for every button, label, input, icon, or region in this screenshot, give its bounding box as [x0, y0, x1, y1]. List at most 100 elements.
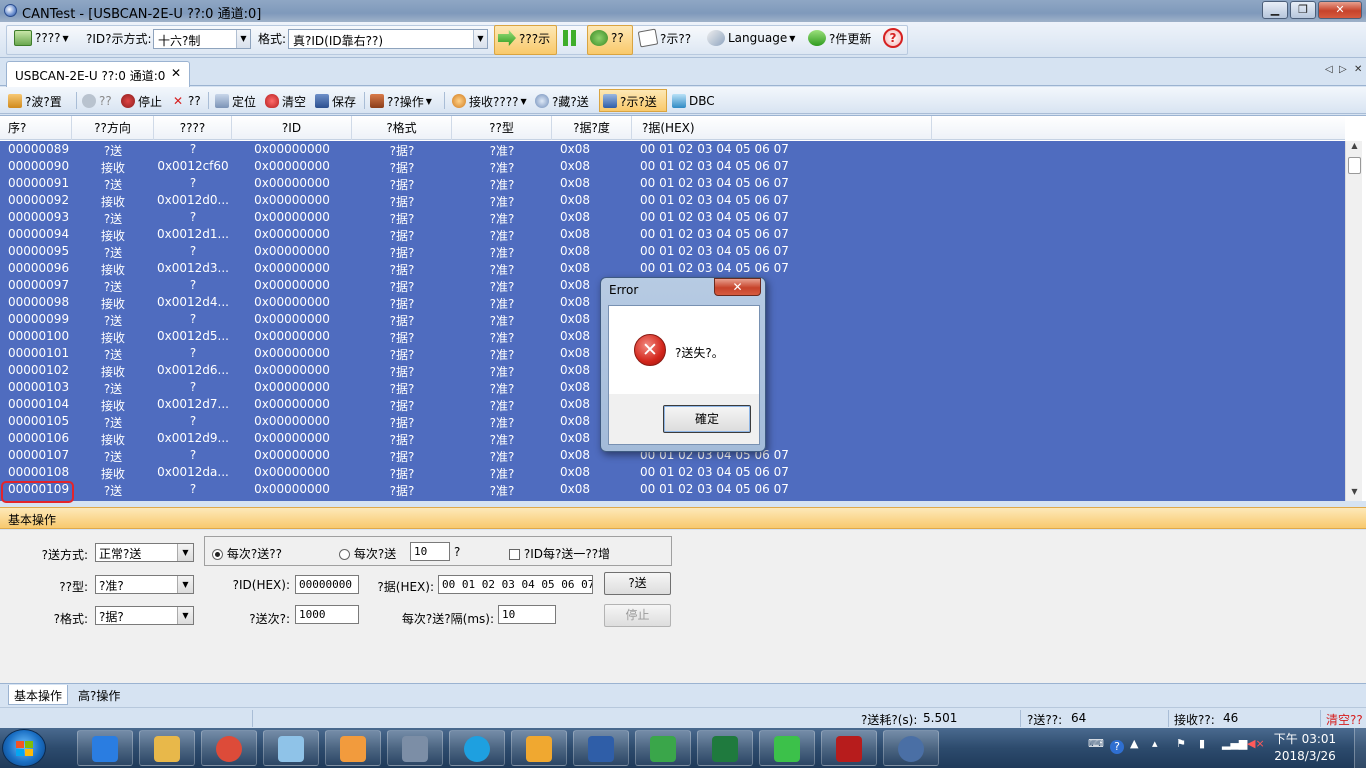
- acrobat-taskbar-button[interactable]: [821, 730, 877, 766]
- table-row[interactable]: 00000090 接收 0x0012cf60 0x00000000 ?据? ?准? 0x08…: [0, 158, 1345, 175]
- tab-scroll-right-icon[interactable]: ▷: [1339, 64, 1347, 75]
- device-ops-button[interactable]: ??操作 ▼: [370, 91, 432, 111]
- table-row[interactable]: 00000092 接收 0x0012d0... 0x00000000 ?据? ?准? 0x0…: [0, 192, 1345, 209]
- frame-format-select[interactable]: ?据? ▼: [95, 606, 194, 625]
- column-header-frame-format[interactable]: ?格式: [352, 116, 452, 140]
- file-explorer-taskbar-button[interactable]: [139, 730, 195, 766]
- power-icon[interactable]: ▮: [1199, 737, 1205, 750]
- arrow-up-icon[interactable]: ▲: [1130, 737, 1138, 750]
- firmware-update-button[interactable]: ?件更新: [808, 28, 871, 48]
- tab-scroll-left-icon[interactable]: ◁: [1325, 64, 1333, 75]
- clear-counters-button[interactable]: 清空??: [1326, 711, 1363, 728]
- outlook-taskbar-button[interactable]: [511, 730, 567, 766]
- reset-button[interactable]: ✕ ??: [171, 91, 201, 111]
- cell-index: 00000093: [8, 210, 70, 224]
- board-app-taskbar-button[interactable]: [573, 730, 629, 766]
- cell-frame-type: ?准?: [489, 144, 515, 158]
- can-app-taskbar-button[interactable]: [883, 730, 939, 766]
- column-header-data-hex[interactable]: ?据(HEX): [632, 116, 932, 140]
- filter-setting-button[interactable]: ?波?置: [8, 91, 62, 111]
- send-mode-select[interactable]: 正常?送 ▼: [95, 543, 194, 562]
- calculator-taskbar-button[interactable]: [387, 730, 443, 766]
- table-row[interactable]: 00000096 接收 0x0012d3... 0x00000000 ?据? ?准? 0x0…: [0, 260, 1345, 277]
- table-row[interactable]: 00000093 ?送? 0x00000000 ?据? ?准? 0x08 00 01 02 …: [0, 209, 1345, 226]
- scroll-up-icon[interactable]: ▲: [1346, 141, 1363, 155]
- locate-button[interactable]: 定位: [215, 91, 256, 111]
- hide-send-button[interactable]: ?藏?送: [535, 91, 589, 111]
- frame-id-input[interactable]: 00000000: [295, 575, 359, 594]
- start-button[interactable]: ??: [82, 91, 112, 111]
- pause-button[interactable]: [563, 28, 576, 48]
- keyboard-icon[interactable]: ⌨: [1088, 737, 1104, 750]
- column-header-data-length[interactable]: ?据?度: [552, 116, 632, 140]
- help-button[interactable]: ?: [883, 28, 903, 48]
- show-hidden-icons[interactable]: ▴: [1152, 737, 1158, 750]
- language-button[interactable]: Language ▼: [707, 28, 795, 48]
- table-row[interactable]: 00000094 接收 0x0012d1... 0x00000000 ?据? ?准? 0x0…: [0, 226, 1345, 243]
- close-button[interactable]: ✕: [1318, 1, 1362, 19]
- signal-icon[interactable]: ▂▄▆: [1222, 737, 1247, 750]
- tab-device-channel[interactable]: USBCAN-2E-U ??:0 通道:0 ✕: [6, 61, 190, 87]
- id-increment-checkbox[interactable]: ?ID每?送一??增: [509, 545, 610, 562]
- notes-taskbar-button[interactable]: [263, 730, 319, 766]
- device-menu-button[interactable]: ???? ▼: [14, 28, 69, 48]
- minimize-button[interactable]: ▁: [1262, 1, 1288, 19]
- cell-frame-type: ?准?: [489, 314, 515, 328]
- table-row[interactable]: 00000095 ?送? 0x00000000 ?据? ?准? 0x08 00 01 02 …: [0, 243, 1345, 260]
- radio-each-send-count[interactable]: 每次?送: [339, 545, 396, 562]
- maximize-button[interactable]: ❐: [1290, 1, 1316, 19]
- skype-taskbar-button[interactable]: [449, 730, 505, 766]
- stop-send-button[interactable]: 停止: [604, 604, 671, 627]
- dbc-button[interactable]: DBC: [672, 91, 715, 111]
- dialog-close-button[interactable]: ✕: [714, 278, 761, 296]
- grid-vertical-scrollbar[interactable]: ▲ ▼: [1345, 141, 1362, 501]
- excel-taskbar-button[interactable]: [697, 730, 753, 766]
- column-header-frame-type[interactable]: ??型: [452, 116, 552, 140]
- column-header-time[interactable]: ????: [154, 116, 232, 140]
- dialog-ok-button[interactable]: 確定: [663, 405, 751, 433]
- send-interval-input[interactable]: 10: [498, 605, 556, 624]
- stop-button[interactable]: 停止: [121, 91, 162, 111]
- format-select[interactable]: 真?ID(ID靠右??) ▼: [288, 29, 488, 49]
- display-settings-button[interactable]: ?示??: [637, 28, 691, 48]
- send-button[interactable]: ?送: [604, 572, 671, 595]
- table-row[interactable]: 00000091 ?送? 0x00000000 ?据? ?准? 0x08 00 01 02 …: [0, 175, 1345, 192]
- table-row[interactable]: 00000108 接收 0x0012da... 0x00000000 ?据? ?准? 0x0…: [0, 464, 1345, 481]
- tab-close-all-icon[interactable]: ✕: [1354, 64, 1362, 75]
- column-header-index[interactable]: 序?: [0, 116, 72, 140]
- media-player-taskbar-button[interactable]: [325, 730, 381, 766]
- cell-data-hex: 00 01 02 03 04 05 06 07: [640, 465, 789, 479]
- scroll-down-icon[interactable]: ▼: [1346, 487, 1363, 501]
- analyzer-app-taskbar-button[interactable]: [635, 730, 691, 766]
- line-taskbar-button[interactable]: [759, 730, 815, 766]
- flag-icon[interactable]: ⚑: [1176, 737, 1186, 750]
- cell-direction: 接收: [100, 229, 125, 243]
- data-hex-input[interactable]: 00 01 02 03 04 05 06 07: [438, 575, 593, 594]
- clear-button[interactable]: 清空: [265, 91, 306, 111]
- start-button[interactable]: [2, 729, 46, 767]
- show-desktop-button[interactable]: [1354, 728, 1366, 768]
- chrome-taskbar-button[interactable]: [201, 730, 257, 766]
- save-button[interactable]: 保存: [315, 91, 356, 111]
- save-label: 保存: [332, 94, 357, 109]
- recv-time-button[interactable]: 接收???? ▼: [452, 91, 527, 111]
- internet-explorer-taskbar-button[interactable]: [77, 730, 133, 766]
- chevron-down-icon: ▼: [789, 33, 796, 43]
- radio-each-send[interactable]: 每次?送??: [212, 545, 282, 562]
- frame-type-select[interactable]: ?准? ▼: [95, 575, 194, 594]
- table-row[interactable]: 00000089 ?送? 0x00000000 ?据? ?准? 0x08 00 01 02 …: [0, 141, 1345, 158]
- cell-frame-id: 0x00000000: [254, 244, 330, 258]
- help-tray-icon[interactable]: ?: [1110, 740, 1124, 754]
- table-row[interactable]: 00000109 ?送? 0x00000000 ?据? ?准? 0x08 00 01 02 …: [0, 481, 1345, 498]
- scroll-thumb[interactable]: [1348, 157, 1361, 174]
- tab-close-icon[interactable]: ✕: [171, 66, 181, 80]
- each-send-count-input[interactable]: 10: [410, 542, 450, 561]
- column-header-direction[interactable]: ??方向: [72, 116, 154, 140]
- system-clock[interactable]: 下午 03:01 2018/3/26: [1270, 731, 1340, 765]
- send-count-input[interactable]: 1000: [295, 605, 359, 624]
- column-header-frame-id[interactable]: ?ID: [232, 116, 352, 140]
- id-format-select[interactable]: 十六?制 ▼: [153, 29, 251, 49]
- tab-basic-ops[interactable]: 基本操作: [8, 685, 69, 705]
- volume-icon[interactable]: ◀×: [1247, 737, 1265, 750]
- tab-advanced-ops[interactable]: 高?操作: [73, 685, 125, 705]
